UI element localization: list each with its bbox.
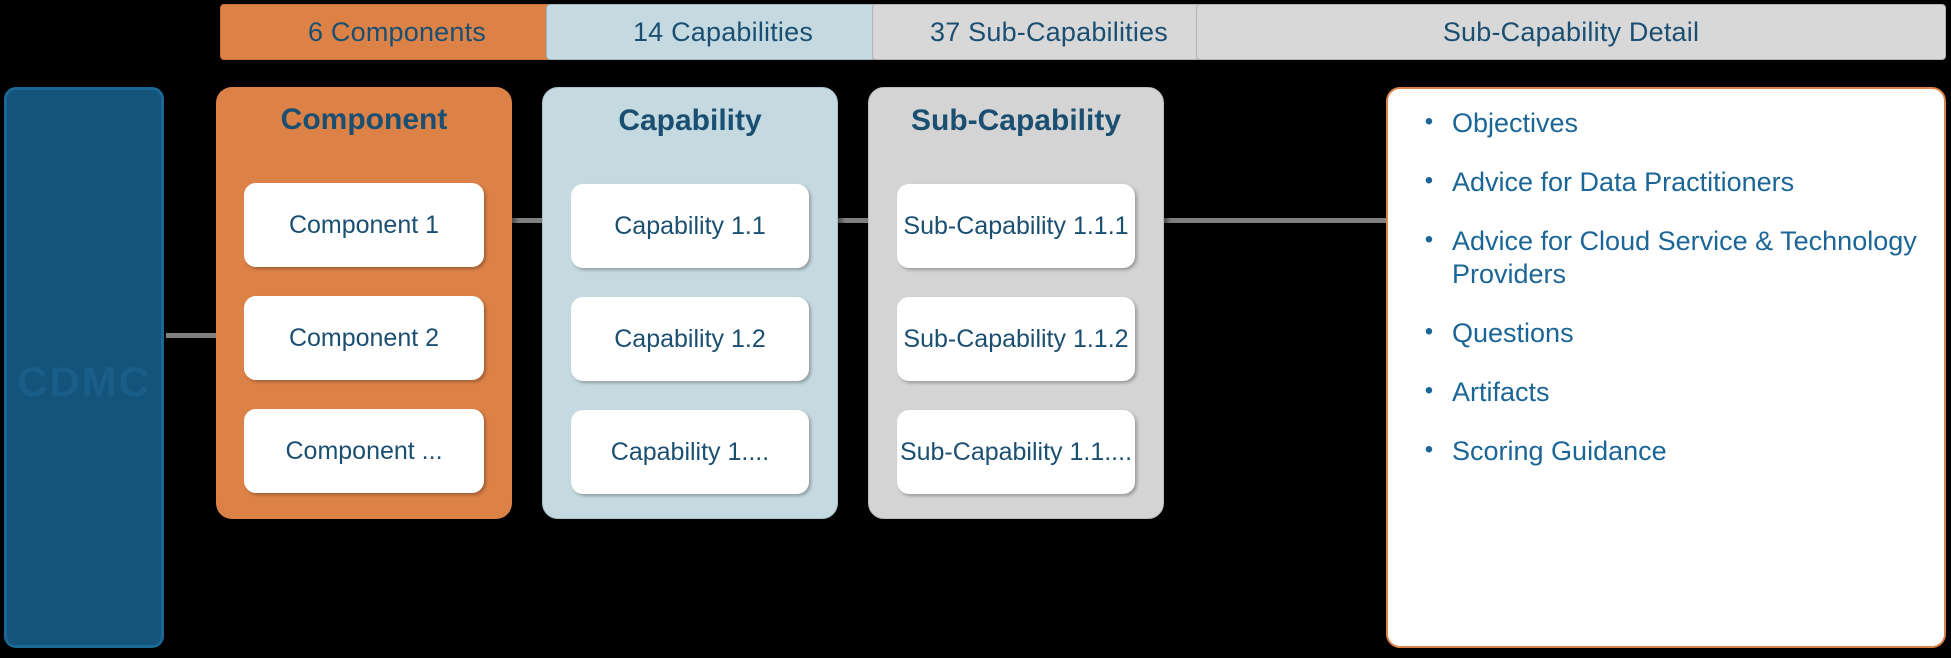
column-capability[interactable]: Capability Capability 1.1 Capability 1.2… xyxy=(542,87,838,519)
list-item[interactable]: • Artifacts xyxy=(1406,376,1926,409)
bullet-icon: • xyxy=(1424,225,1434,253)
list-item[interactable]: • Objectives xyxy=(1406,107,1926,140)
node-sub-capability-1-1-1[interactable]: Sub-Capability 1.1.1 xyxy=(897,184,1135,268)
node-component-1[interactable]: Component 1 xyxy=(244,183,484,267)
header-bar-capabilities[interactable]: 14 Capabilities xyxy=(546,4,900,60)
list-item[interactable]: • Scoring Guidance xyxy=(1406,435,1926,468)
node-sub-capability-more[interactable]: Sub-Capability 1.1.... xyxy=(897,410,1135,494)
list-item-label: Advice for Data Practitioners xyxy=(1452,166,1795,197)
bullet-icon: • xyxy=(1424,317,1434,345)
header-bar-sub-capabilities[interactable]: 37 Sub-Capabilities xyxy=(872,4,1226,60)
list-item-label: Objectives xyxy=(1452,108,1579,138)
column-title-capability: Capability xyxy=(618,104,762,137)
header-bar-label: Sub-Capability Detail xyxy=(1442,16,1700,47)
list-item-label: Advice for Cloud Service & Technology Pr… xyxy=(1452,225,1917,289)
list-item-label: Scoring Guidance xyxy=(1452,435,1667,466)
header-bar-components[interactable]: 6 Components xyxy=(220,4,574,60)
list-item[interactable]: • Advice for Data Practitioners xyxy=(1406,166,1926,199)
node-component-more[interactable]: Component ... xyxy=(244,409,484,493)
node-component-2[interactable]: Component 2 xyxy=(244,296,484,380)
header-bar-label: 14 Capabilities xyxy=(632,16,814,47)
column-sub-capability[interactable]: Sub-Capability Sub-Capability 1.1.1 Sub-… xyxy=(868,87,1164,519)
header-bar-sub-capability-detail[interactable]: Sub-Capability Detail xyxy=(1196,4,1946,60)
header-bar-label: 6 Components xyxy=(307,16,486,47)
bullet-icon: • xyxy=(1424,108,1434,135)
node-capability-more[interactable]: Capability 1.... xyxy=(571,410,809,494)
detail-bullet-list: • Objectives • Advice for Data Practitio… xyxy=(1406,107,1926,468)
bullet-icon: • xyxy=(1424,376,1434,404)
connector-root-stem xyxy=(166,333,222,338)
column-title-component: Component xyxy=(280,103,448,136)
list-item[interactable]: • Advice for Cloud Service & Technology … xyxy=(1406,225,1926,291)
bullet-icon: • xyxy=(1424,435,1434,463)
list-item-label: Artifacts xyxy=(1452,376,1550,407)
connector-detail-link xyxy=(1144,218,1388,223)
sub-capability-detail-panel[interactable]: • Objectives • Advice for Data Practitio… xyxy=(1386,87,1946,648)
header-bar-label: 37 Sub-Capabilities xyxy=(930,16,1168,47)
list-item-label: Questions xyxy=(1452,317,1574,348)
column-component[interactable]: Component Component 1 Component 2 Compon… xyxy=(216,87,512,519)
node-sub-capability-1-1-2[interactable]: Sub-Capability 1.1.2 xyxy=(897,297,1135,381)
column-title-sub-capability: Sub-Capability xyxy=(910,104,1121,137)
diagram-canvas: 6 Components 14 Capabilities 37 Sub-Capa… xyxy=(0,0,1951,658)
node-capability-1-1[interactable]: Capability 1.1 xyxy=(571,184,809,268)
node-capability-1-2[interactable]: Capability 1.2 xyxy=(571,297,809,381)
cdmc-watermark-label: CDMC xyxy=(17,358,151,405)
bullet-icon: • xyxy=(1424,166,1434,194)
root-panel-cdmc[interactable]: CDMC xyxy=(4,87,164,648)
list-item[interactable]: • Questions xyxy=(1406,317,1926,350)
